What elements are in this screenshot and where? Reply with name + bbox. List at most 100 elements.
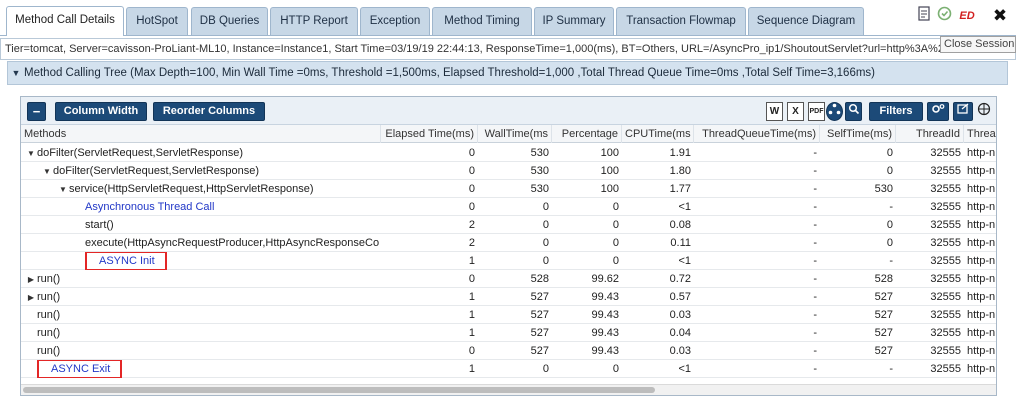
tab-sequence-diagram[interactable]: Sequence Diagram xyxy=(748,7,864,35)
method-name: run() xyxy=(37,309,61,321)
tab-method-timing[interactable]: Method Timing xyxy=(432,7,532,35)
horizontal-scrollbar[interactable] xyxy=(21,384,996,395)
cell-cputime: <1 xyxy=(678,255,691,267)
tab-ip-summary[interactable]: IP Summary xyxy=(534,7,614,35)
method-calling-tree-header[interactable]: ▼ Method Calling Tree (Max Depth=100, Min… xyxy=(7,61,1008,85)
table-row[interactable]: ▶ run() 1 527 99.43 0.57 - 527 32555 http-n xyxy=(21,288,996,306)
column-header-elapsed[interactable]: Elapsed Time(ms) xyxy=(381,125,478,143)
method-name: run() xyxy=(37,345,61,357)
table-row[interactable]: ASYNC Exit 1 0 0 <1 - - 32555 http-n xyxy=(21,360,996,378)
word-export-icon[interactable]: W xyxy=(766,102,783,121)
table-row[interactable]: ▶ run() 0 528 99.62 0.72 - 528 32555 http-n xyxy=(21,270,996,288)
table-row[interactable]: execute(HttpAsyncRequestProducer,HttpAsy… xyxy=(21,234,996,252)
column-header-cputime[interactable]: CPUTime(ms xyxy=(622,125,694,143)
column-header-thread[interactable]: Threa xyxy=(964,125,996,143)
method-name: doFilter(ServletRequest,ServletResponse) xyxy=(37,147,244,159)
cell-elapsed: 2 xyxy=(468,237,475,249)
export-icon[interactable] xyxy=(953,102,973,121)
cell-elapsed: 2 xyxy=(468,219,475,231)
cell-walltime: 0 xyxy=(542,237,549,249)
cell-percentage: 0 xyxy=(612,237,619,249)
method-name: execute(HttpAsyncRequestProducer,HttpAsy… xyxy=(85,237,380,249)
cell-selftime: 527 xyxy=(874,309,893,321)
filters-button[interactable]: Filters xyxy=(869,102,923,121)
column-header-percentage[interactable]: Percentage xyxy=(552,125,622,143)
cell-elapsed: 0 xyxy=(468,273,475,285)
refresh-icon[interactable] xyxy=(936,6,952,26)
cell-percentage: 99.43 xyxy=(591,309,619,321)
cell-walltime: 0 xyxy=(542,201,549,213)
collapse-all-button[interactable]: − xyxy=(27,102,46,121)
cell-percentage: 99.43 xyxy=(591,345,619,357)
cell-threadqueue: - xyxy=(813,327,817,339)
expand-arrow-down-icon[interactable]: ▼ xyxy=(25,145,37,162)
cell-percentage: 100 xyxy=(600,147,619,159)
scrollbar-thumb[interactable] xyxy=(23,387,655,393)
pdf-export-icon[interactable]: PDF xyxy=(808,102,825,121)
tab-exception[interactable]: Exception xyxy=(360,7,430,35)
cell-cputime: 0.08 xyxy=(669,219,691,231)
cell-selftime: 527 xyxy=(874,327,893,339)
cell-thread: http-n xyxy=(967,291,996,303)
zoom-icon[interactable] xyxy=(845,102,862,121)
table-row[interactable]: run() 1 527 99.43 0.03 - 527 32555 http-n xyxy=(21,306,996,324)
close-icon[interactable]: ✖ xyxy=(990,6,1010,26)
cell-threadid: 32555 xyxy=(930,183,961,195)
cell-threadid: 32555 xyxy=(930,165,961,177)
cell-threadid: 32555 xyxy=(930,273,961,285)
cell-walltime: 528 xyxy=(530,273,549,285)
report-icon[interactable] xyxy=(916,6,932,26)
table-row[interactable]: run() 1 527 99.43 0.04 - 527 32555 http-n xyxy=(21,324,996,342)
cell-threadid: 32555 xyxy=(930,327,961,339)
tab-http-report[interactable]: HTTP Report xyxy=(270,7,358,35)
cell-selftime: - xyxy=(889,363,893,375)
expand-arrow-down-icon[interactable]: ▼ xyxy=(41,163,53,180)
reorder-columns-button[interactable]: Reorder Columns xyxy=(153,102,265,121)
column-header-selftime[interactable]: SelfTime(ms) xyxy=(820,125,896,143)
table-row[interactable]: ASYNC Init 1 0 0 <1 - - 32555 http-n xyxy=(21,252,996,270)
cell-percentage: 0 xyxy=(612,363,619,375)
expand-arrow-right-icon[interactable]: ▶ xyxy=(25,289,37,306)
cell-cputime: 1.80 xyxy=(669,165,691,177)
cell-thread: http-n xyxy=(967,219,996,231)
column-header-threadqueue[interactable]: ThreadQueueTime(ms) xyxy=(694,125,820,143)
cell-selftime: 0 xyxy=(886,237,893,249)
tab-method-call-details[interactable]: Method Call Details xyxy=(6,6,124,36)
session-info-line: Tier=tomcat, Server=cavisson-ProLiant-ML… xyxy=(0,38,1016,60)
table-row[interactable]: start() 2 0 0 0.08 - 0 32555 http-n xyxy=(21,216,996,234)
excel-export-icon[interactable]: X xyxy=(787,102,804,121)
column-width-button[interactable]: Column Width xyxy=(55,102,147,121)
tab-hotspot[interactable]: HotSpot xyxy=(126,7,188,35)
move-icon[interactable] xyxy=(976,102,991,121)
method-link[interactable]: ASYNC Init xyxy=(85,252,167,270)
method-link[interactable]: ASYNC Exit xyxy=(37,360,123,378)
cell-walltime: 527 xyxy=(530,291,549,303)
method-name: run() xyxy=(37,273,61,285)
cell-walltime: 530 xyxy=(530,183,549,195)
cell-thread: http-n xyxy=(967,183,996,195)
cell-walltime: 527 xyxy=(530,345,549,357)
method-link[interactable]: Asynchronous Thread Call xyxy=(85,201,214,213)
table-row[interactable]: ▼ doFilter(ServletRequest,ServletResponse… xyxy=(21,144,996,162)
collapse-triangle-icon[interactable]: ▼ xyxy=(8,62,24,84)
column-header-threadid[interactable]: ThreadId xyxy=(896,125,964,143)
cell-threadqueue: - xyxy=(813,309,817,321)
table-row[interactable]: ▼ service(HttpServletRequest,HttpServletR… xyxy=(21,180,996,198)
cell-cputime: <1 xyxy=(678,201,691,213)
tab-transaction-flowmap[interactable]: Transaction Flowmap xyxy=(616,7,746,35)
cell-percentage: 99.43 xyxy=(591,327,619,339)
column-header-walltime[interactable]: WallTime(ms xyxy=(478,125,552,143)
share-icon[interactable] xyxy=(826,102,843,121)
method-grid-panel: − Column Width Reorder Columns W X PDF F… xyxy=(20,96,997,396)
table-row[interactable]: Asynchronous Thread Call 0 0 0 <1 - - 32555 http… xyxy=(21,198,996,216)
grid-toolbar: − Column Width Reorder Columns W X PDF F… xyxy=(21,97,996,125)
table-row[interactable]: ▼ doFilter(ServletRequest,ServletResponse… xyxy=(21,162,996,180)
column-header-methods[interactable]: Methods xyxy=(21,125,381,143)
tab-db-queries[interactable]: DB Queries xyxy=(191,7,268,35)
settings-icon[interactable] xyxy=(927,102,949,121)
expand-arrow-right-icon[interactable]: ▶ xyxy=(25,271,37,288)
cell-method: ▼ doFilter(ServletRequest,ServletResponse… xyxy=(21,144,381,162)
ed-icon[interactable]: ED xyxy=(956,6,978,26)
expand-arrow-down-icon[interactable]: ▼ xyxy=(57,181,69,198)
table-row[interactable]: run() 0 527 99.43 0.03 - 527 32555 http-n xyxy=(21,342,996,360)
